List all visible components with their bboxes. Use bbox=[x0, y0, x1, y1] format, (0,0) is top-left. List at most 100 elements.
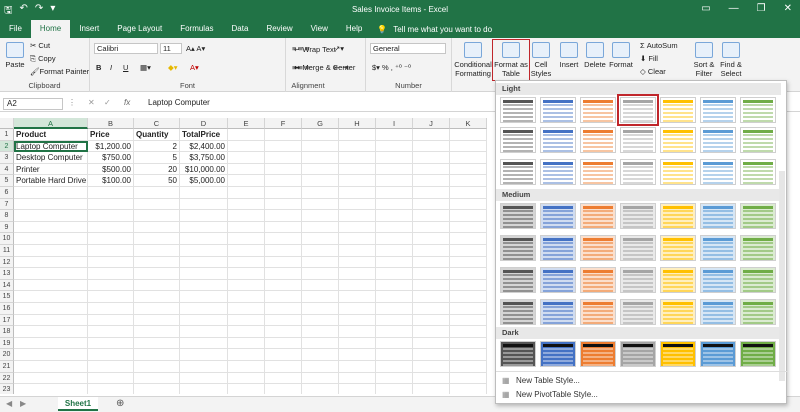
row-header[interactable]: 10 bbox=[0, 233, 14, 245]
cell[interactable] bbox=[265, 314, 302, 327]
cell[interactable] bbox=[339, 384, 376, 394]
cell[interactable] bbox=[265, 372, 302, 385]
cell[interactable] bbox=[339, 314, 376, 327]
insert-cells-button[interactable]: Insert bbox=[558, 42, 580, 69]
table-style-thumbnail[interactable] bbox=[580, 235, 616, 261]
cell[interactable] bbox=[450, 384, 487, 394]
table-style-thumbnail[interactable] bbox=[740, 127, 776, 153]
row-header[interactable]: 11 bbox=[0, 245, 14, 257]
cell[interactable] bbox=[14, 256, 88, 269]
table-style-thumbnail[interactable] bbox=[740, 97, 776, 123]
cell[interactable]: Portable Hard Drive bbox=[14, 175, 88, 187]
table-style-thumbnail[interactable] bbox=[620, 299, 656, 325]
table-style-thumbnail[interactable] bbox=[700, 235, 736, 261]
cell[interactable] bbox=[14, 314, 88, 327]
select-all-corner[interactable] bbox=[0, 118, 14, 129]
cell[interactable] bbox=[450, 210, 487, 222]
cell[interactable] bbox=[376, 279, 413, 292]
cell[interactable] bbox=[339, 337, 376, 350]
font-size-select[interactable]: 11 bbox=[160, 43, 182, 54]
cell[interactable] bbox=[376, 140, 413, 153]
cell[interactable] bbox=[450, 233, 487, 245]
table-style-thumbnail[interactable] bbox=[580, 203, 616, 229]
cell[interactable] bbox=[180, 245, 228, 257]
cell[interactable] bbox=[88, 279, 134, 292]
cell[interactable] bbox=[413, 152, 450, 164]
cell[interactable] bbox=[413, 245, 450, 257]
cell[interactable] bbox=[134, 326, 180, 338]
cell[interactable] bbox=[14, 361, 88, 373]
cell[interactable] bbox=[450, 187, 487, 199]
tab-help[interactable]: Help bbox=[337, 20, 371, 38]
cell[interactable] bbox=[228, 163, 265, 176]
clear-button[interactable]: ◇ Clear bbox=[640, 67, 666, 76]
cell[interactable] bbox=[450, 314, 487, 327]
cell[interactable] bbox=[376, 326, 413, 338]
table-style-thumbnail[interactable] bbox=[700, 97, 736, 123]
row-header[interactable]: 19 bbox=[0, 337, 14, 350]
row-header[interactable]: 18 bbox=[0, 326, 14, 338]
tab-data[interactable]: Data bbox=[223, 20, 258, 38]
cell[interactable] bbox=[450, 221, 487, 234]
cell[interactable]: Product bbox=[14, 129, 88, 141]
row-header[interactable]: 6 bbox=[0, 187, 14, 199]
cell[interactable] bbox=[88, 256, 134, 269]
row-header[interactable]: 16 bbox=[0, 303, 14, 315]
cell[interactable] bbox=[228, 349, 265, 361]
cell[interactable] bbox=[413, 384, 450, 394]
cell[interactable] bbox=[450, 129, 487, 141]
cell[interactable] bbox=[228, 129, 265, 141]
cell[interactable] bbox=[413, 314, 450, 327]
cell[interactable] bbox=[14, 384, 88, 394]
column-header[interactable]: B bbox=[88, 118, 134, 129]
font-name-select[interactable]: Calibri bbox=[94, 43, 158, 54]
cell[interactable] bbox=[339, 279, 376, 292]
merge-center-button[interactable]: ⬌ Merge & Center bbox=[294, 63, 355, 72]
add-sheet-icon[interactable]: ⊕ bbox=[116, 398, 124, 409]
cell[interactable] bbox=[134, 337, 180, 350]
cell[interactable] bbox=[180, 268, 228, 280]
cell[interactable] bbox=[413, 233, 450, 245]
cell[interactable]: Desktop Computer bbox=[14, 152, 88, 164]
cell[interactable] bbox=[376, 361, 413, 373]
cell[interactable] bbox=[265, 326, 302, 338]
cell[interactable] bbox=[376, 268, 413, 280]
cell[interactable] bbox=[180, 372, 228, 385]
cell[interactable] bbox=[302, 129, 339, 141]
table-style-thumbnail[interactable] bbox=[700, 341, 736, 367]
cell[interactable] bbox=[180, 198, 228, 211]
cell[interactable] bbox=[134, 198, 180, 211]
cell[interactable]: TotalPrice bbox=[180, 129, 228, 141]
cell[interactable] bbox=[302, 163, 339, 176]
row-header[interactable]: 13 bbox=[0, 268, 14, 280]
column-header[interactable]: E bbox=[228, 118, 265, 129]
cell[interactable] bbox=[339, 245, 376, 257]
cell[interactable] bbox=[180, 349, 228, 361]
cell[interactable] bbox=[413, 163, 450, 176]
cell[interactable] bbox=[265, 349, 302, 361]
cell[interactable] bbox=[180, 326, 228, 338]
cell[interactable] bbox=[450, 279, 487, 292]
cell[interactable] bbox=[339, 152, 376, 164]
cell[interactable] bbox=[339, 268, 376, 280]
find-select-button[interactable]: Find & Select bbox=[718, 42, 744, 78]
cell[interactable] bbox=[265, 279, 302, 292]
column-header[interactable]: A bbox=[14, 118, 88, 129]
table-style-thumbnail[interactable] bbox=[580, 341, 616, 367]
cell[interactable] bbox=[302, 337, 339, 350]
cell[interactable] bbox=[265, 256, 302, 269]
cell[interactable] bbox=[450, 337, 487, 350]
cell[interactable] bbox=[134, 245, 180, 257]
table-style-thumbnail[interactable] bbox=[740, 341, 776, 367]
cell[interactable] bbox=[339, 291, 376, 303]
cell[interactable] bbox=[302, 152, 339, 164]
cell[interactable] bbox=[228, 268, 265, 280]
table-style-thumbnail[interactable] bbox=[540, 159, 576, 185]
table-style-thumbnail[interactable] bbox=[660, 97, 696, 123]
italic-button[interactable]: I bbox=[110, 63, 112, 72]
format-cells-button[interactable]: Format bbox=[609, 42, 633, 69]
cell[interactable] bbox=[14, 221, 88, 234]
cell[interactable] bbox=[88, 198, 134, 211]
sheet-nav-right-icon[interactable]: ▶ bbox=[20, 399, 26, 408]
cell[interactable] bbox=[302, 291, 339, 303]
